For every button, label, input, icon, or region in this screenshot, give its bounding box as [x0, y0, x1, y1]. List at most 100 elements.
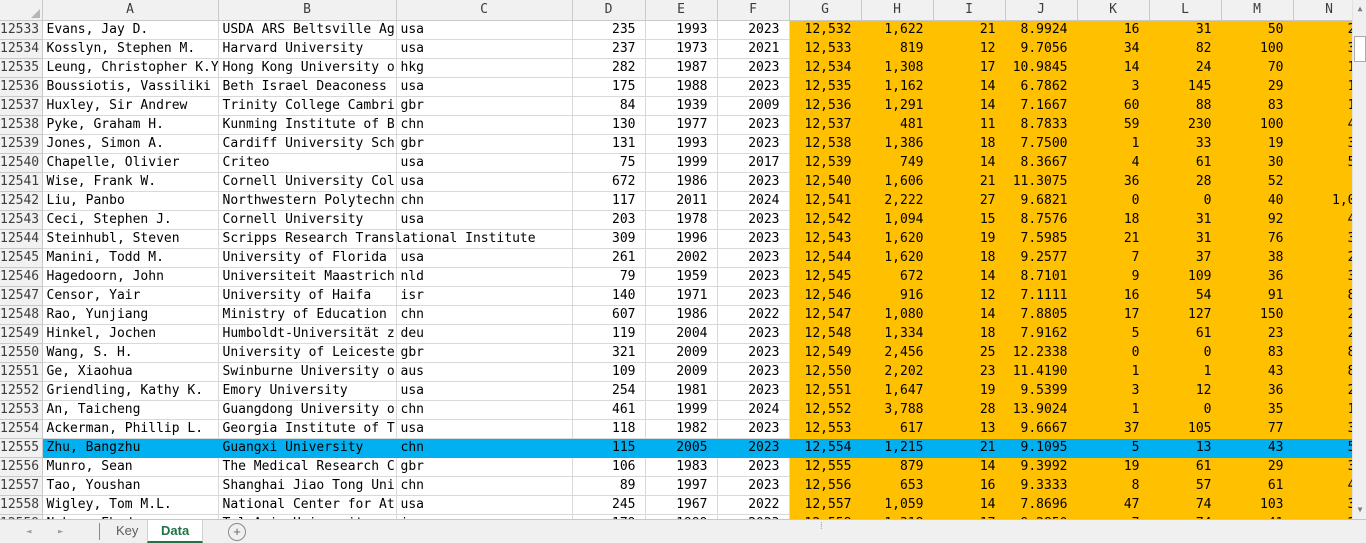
cell[interactable]: 7.1667 [1005, 96, 1077, 115]
cell[interactable]: 17 [1077, 305, 1149, 324]
cell[interactable]: 3 [1077, 381, 1149, 400]
cell[interactable]: 0 [1149, 343, 1221, 362]
cell[interactable]: 12,556 [789, 476, 861, 495]
column-header-K[interactable]: K [1077, 0, 1149, 20]
cell[interactable]: hkg [396, 58, 572, 77]
cell[interactable]: Cornell University Col [218, 172, 396, 191]
cell[interactable]: 1983 [645, 457, 717, 476]
cell[interactable]: nld [396, 267, 572, 286]
cell[interactable]: 9.6667 [1005, 419, 1077, 438]
cell[interactable]: chn [396, 305, 572, 324]
cell[interactable]: 2 [1293, 381, 1352, 400]
cell[interactable]: usa [396, 210, 572, 229]
cell[interactable]: 11 [933, 115, 1005, 134]
cell[interactable]: 2009 [645, 343, 717, 362]
cell[interactable]: 18 [933, 248, 1005, 267]
cell[interactable]: Griendling, Kathy K. [42, 381, 218, 400]
cell[interactable]: 2023 [717, 476, 789, 495]
cell[interactable]: 27 [933, 191, 1005, 210]
cell[interactable]: 52 [1221, 172, 1293, 191]
cell[interactable]: 14 [933, 77, 1005, 96]
cell[interactable]: 145 [1149, 77, 1221, 96]
cell[interactable]: 4 [1077, 153, 1149, 172]
cell[interactable]: Ackerman, Phillip L. [42, 419, 218, 438]
row-header[interactable]: 12546 [0, 267, 42, 286]
cell[interactable]: 30 [1221, 153, 1293, 172]
cell[interactable]: usa [396, 77, 572, 96]
cell[interactable]: 92 [1221, 210, 1293, 229]
cell[interactable]: Northwestern Polytechn [218, 191, 396, 210]
cell[interactable]: usa [396, 20, 572, 39]
cell[interactable]: 16 [1077, 286, 1149, 305]
cell[interactable]: 1,386 [861, 134, 933, 153]
row-header[interactable]: 12547 [0, 286, 42, 305]
cell[interactable]: 261 [572, 248, 645, 267]
cell[interactable]: 1 [1293, 58, 1352, 77]
cell[interactable]: Guangxi University [218, 438, 396, 457]
cell[interactable]: 12,535 [789, 77, 861, 96]
cell[interactable]: 43 [1221, 438, 1293, 457]
cell[interactable]: 100 [1221, 39, 1293, 58]
cell[interactable]: 203 [572, 210, 645, 229]
column-header-D[interactable]: D [572, 0, 645, 20]
cell[interactable]: usa [396, 172, 572, 191]
cell[interactable]: 1,059 [861, 495, 933, 514]
cell[interactable]: 47 [1077, 495, 1149, 514]
cell[interactable]: 8.7576 [1005, 210, 1077, 229]
cell[interactable]: 31 [1149, 210, 1221, 229]
column-header-L[interactable]: L [1149, 0, 1221, 20]
cell[interactable]: University of Florida [218, 248, 396, 267]
cell[interactable]: 105 [1149, 419, 1221, 438]
cell[interactable]: The Medical Research C [218, 457, 396, 476]
cell[interactable]: Munro, Sean [42, 457, 218, 476]
cell[interactable]: 12 [1149, 381, 1221, 400]
add-sheet-button[interactable]: + [228, 523, 246, 541]
cell[interactable]: 84 [572, 96, 645, 115]
cell[interactable]: Guangdong University o [218, 400, 396, 419]
cell[interactable]: 3 [1293, 267, 1352, 286]
cell[interactable]: 29 [1221, 77, 1293, 96]
cell[interactable]: 916 [861, 286, 933, 305]
cell[interactable]: 9.3333 [1005, 476, 1077, 495]
cell[interactable]: 245 [572, 495, 645, 514]
cell[interactable]: 28 [1149, 172, 1221, 191]
sheet-nav-left-icon[interactable]: ◄ [26, 525, 31, 539]
row-header[interactable]: 12540 [0, 153, 42, 172]
cell[interactable]: 12,555 [789, 457, 861, 476]
cell[interactable]: 1 [1077, 400, 1149, 419]
cell[interactable]: 38 [1221, 248, 1293, 267]
cell[interactable]: 2023 [717, 58, 789, 77]
column-header-E[interactable]: E [645, 0, 717, 20]
cell[interactable]: 2 [1293, 20, 1352, 39]
cell[interactable]: Georgia Institute of T [218, 419, 396, 438]
cell[interactable]: Emory University [218, 381, 396, 400]
cell[interactable]: 75 [572, 153, 645, 172]
cell[interactable]: Ceci, Stephen J. [42, 210, 218, 229]
cell[interactable]: 18 [933, 324, 1005, 343]
cell[interactable]: 12,545 [789, 267, 861, 286]
cell[interactable]: 2021 [717, 39, 789, 58]
cell[interactable]: 2023 [717, 229, 789, 248]
cell[interactable]: Steinhubl, Steven [42, 229, 218, 248]
cell[interactable]: 106 [572, 457, 645, 476]
cell[interactable]: 103 [1221, 495, 1293, 514]
cell[interactable]: 12,541 [789, 191, 861, 210]
row-header[interactable]: 12539 [0, 134, 42, 153]
cell[interactable]: 12,551 [789, 381, 861, 400]
cell[interactable]: 24 [1149, 58, 1221, 77]
row-header[interactable]: 12558 [0, 495, 42, 514]
cell[interactable]: 309 [572, 229, 645, 248]
cell[interactable]: 2023 [717, 343, 789, 362]
cell[interactable]: Humboldt-Universität z [218, 324, 396, 343]
cell[interactable]: 77 [1221, 419, 1293, 438]
cell[interactable]: 2022 [717, 305, 789, 324]
cell[interactable]: 36 [1077, 172, 1149, 191]
row-header[interactable]: 12541 [0, 172, 42, 191]
cell[interactable]: 1959 [645, 267, 717, 286]
cell[interactable]: 43 [1221, 362, 1293, 381]
cell[interactable]: 461 [572, 400, 645, 419]
cell[interactable]: USDA ARS Beltsville Ag [218, 20, 396, 39]
cell[interactable]: 2023 [717, 267, 789, 286]
cell[interactable]: 1,622 [861, 20, 933, 39]
cell[interactable]: 3 [1293, 39, 1352, 58]
